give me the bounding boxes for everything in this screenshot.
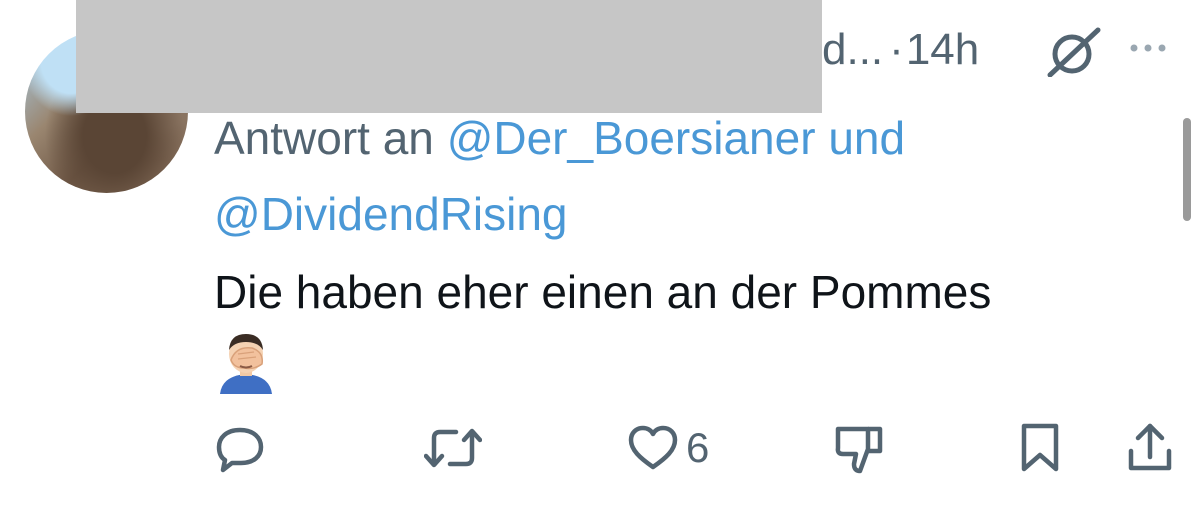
retweet-icon	[424, 428, 482, 468]
share-icon	[1128, 423, 1172, 471]
tweet-text: Die haben eher einen an der Pommes	[214, 266, 992, 318]
timestamp[interactable]: 14h	[906, 25, 979, 75]
heart-icon	[628, 425, 678, 470]
tweet-action-bar: 6	[0, 420, 1200, 480]
dislike-button[interactable]	[834, 420, 886, 476]
more-options-icon[interactable]	[1128, 40, 1168, 56]
redacted-author-block	[76, 0, 822, 113]
mention-link[interactable]: @DividendRising	[214, 188, 568, 240]
reply-prefix: Antwort an	[214, 112, 434, 164]
reply-conjunction: und	[828, 112, 906, 164]
retweet-button[interactable]	[424, 420, 482, 476]
tweet-meta: d... · 14h	[822, 24, 979, 76]
grok-icon[interactable]	[1042, 27, 1104, 77]
reply-button[interactable]	[214, 420, 266, 476]
scrollbar[interactable]	[1183, 118, 1191, 221]
reply-context: Antwort an @Der_Boersianer und @Dividend…	[214, 100, 1114, 252]
meta-separator: ·	[889, 25, 904, 74]
author-handle-truncated[interactable]: d...	[822, 25, 883, 75]
like-button[interactable]: 6	[626, 420, 709, 476]
mention-link[interactable]: @Der_Boersianer	[447, 112, 816, 164]
man-facepalming-emoji	[220, 334, 272, 394]
reply-icon	[216, 427, 264, 473]
bookmark-button[interactable]	[1018, 420, 1062, 476]
bookmark-icon	[1021, 423, 1059, 472]
share-button[interactable]	[1126, 420, 1174, 476]
like-count: 6	[686, 424, 710, 471]
thumbs-down-icon	[835, 426, 883, 474]
